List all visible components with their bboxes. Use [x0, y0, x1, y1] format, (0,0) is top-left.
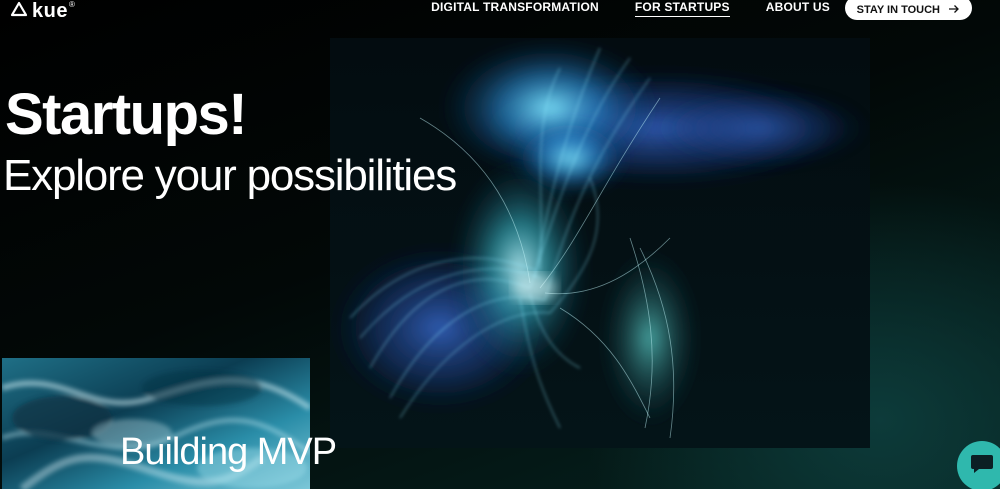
- building-mvp-label[interactable]: Building MVP: [120, 430, 337, 474]
- registered-mark: ®: [68, 0, 75, 9]
- nav-for-startups[interactable]: FOR STARTUPS: [634, 0, 730, 17]
- arrow-right-icon: [948, 4, 960, 16]
- hero-art-image: [330, 38, 870, 448]
- page: kue ® DIGITAL TRANSFORMATION FOR STARTUP…: [0, 0, 1000, 489]
- main-nav: DIGITAL TRANSFORMATION FOR STARTUPS ABOU…: [431, 0, 830, 17]
- logo-text: kue: [32, 0, 68, 22]
- hero-subtitle: Explore your possibilities: [3, 151, 457, 200]
- site-header: kue ® DIGITAL TRANSFORMATION FOR STARTUP…: [0, 0, 1000, 30]
- chat-bubble-icon: [970, 453, 994, 480]
- logo[interactable]: kue ®: [10, 0, 75, 22]
- stay-in-touch-button[interactable]: STAY IN TOUCH: [844, 0, 972, 20]
- triangle-logo-icon: [10, 1, 28, 22]
- stay-in-touch-label: STAY IN TOUCH: [856, 3, 940, 16]
- hero-title: Startups!: [5, 82, 248, 147]
- nav-digital-transformation[interactable]: DIGITAL TRANSFORMATION: [431, 0, 599, 17]
- nav-about-us[interactable]: ABOUT US: [766, 0, 830, 17]
- chat-button[interactable]: [957, 441, 1000, 489]
